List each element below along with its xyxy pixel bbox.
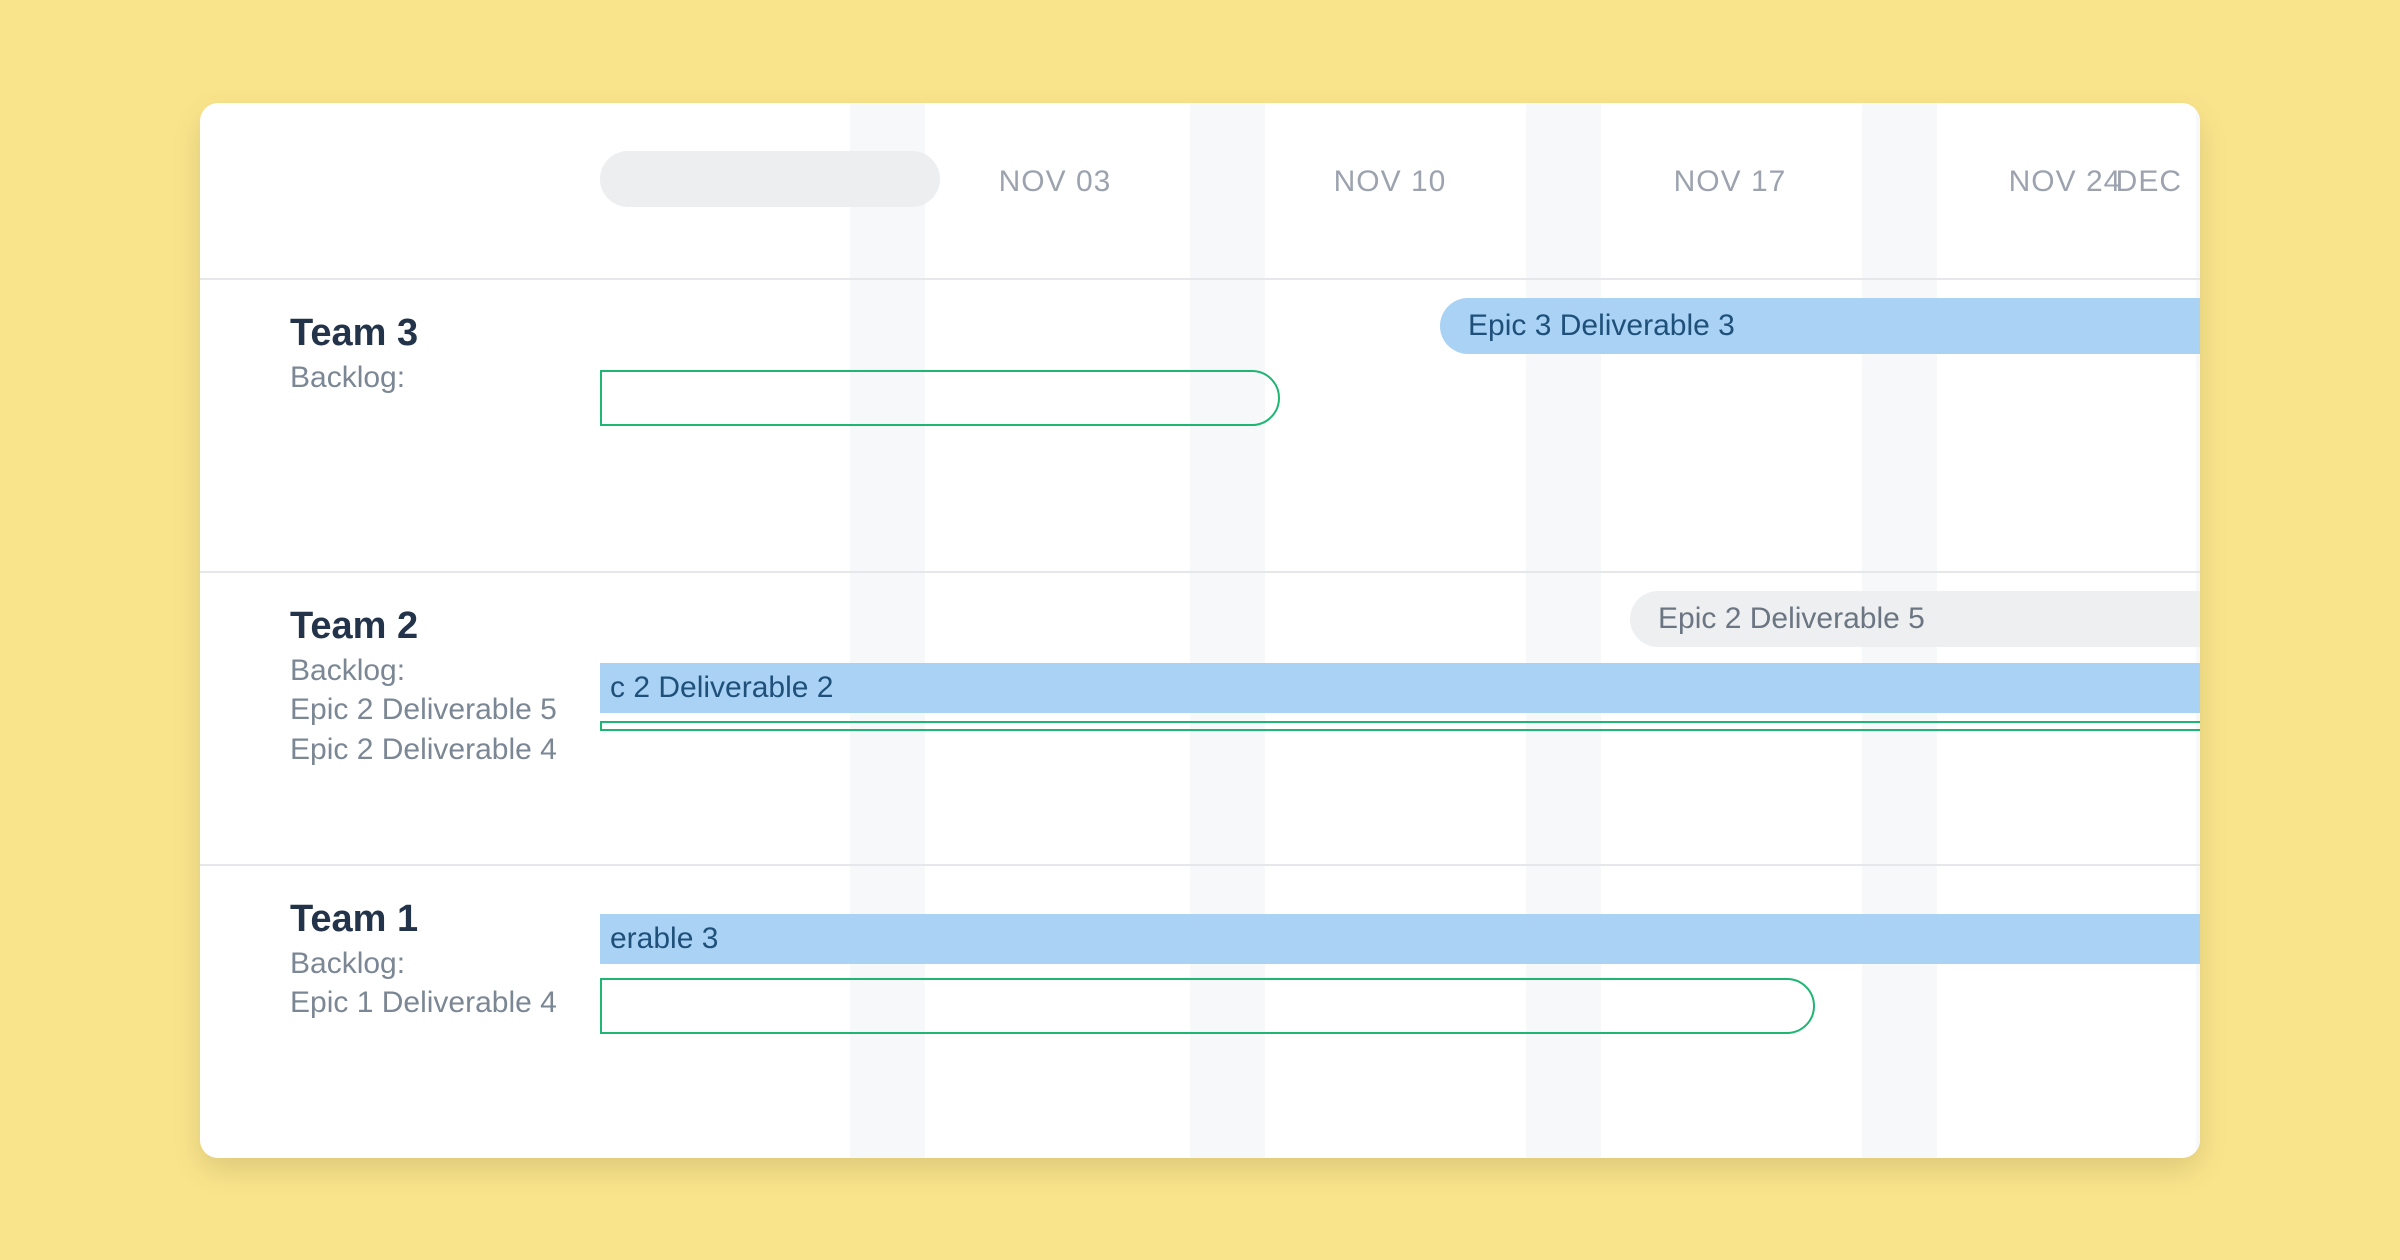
timeline-tick: NOV 10 [1334, 165, 1447, 199]
team-name: Team 3 [290, 312, 418, 355]
lane-clip: Epic 2 Deliverable 5 c 2 Deliverable 2 [600, 573, 2200, 864]
current-week-pill [600, 151, 940, 207]
team-row-label: Team 1 Backlog:Epic 1 Deliverable 4 [290, 898, 557, 1024]
milestone-outline[interactable] [600, 721, 2200, 731]
timeline-tick: NOV 03 [999, 165, 1112, 199]
milestone-outline[interactable] [600, 370, 1280, 426]
lane-clip: erable 3 [600, 866, 2200, 1154]
team-row-label: Team 3 Backlog: [290, 312, 418, 397]
team-row: Team 2Backlog:Epic 2 Deliverable 5Epic 2… [200, 571, 2200, 864]
milestone-outline[interactable] [600, 978, 1815, 1034]
epic-bar[interactable]: Epic 2 Deliverable 5 [1630, 591, 2200, 647]
team-row: Team 1 Backlog:Epic 1 Deliverable 4 erable… [200, 864, 2200, 1154]
roadmap-card: NOV 03 NOV 10 NOV 17 NOV 24DEC Team 3 Backlo… [200, 103, 2200, 1158]
lane-clip: Epic 3 Deliverable 3 [600, 280, 2200, 571]
backlog-heading: Backlog: [290, 361, 418, 395]
backlog-heading: Backlog: [290, 947, 557, 981]
backlog-item[interactable]: Epic 1 Deliverable 4 [290, 983, 557, 1024]
backlog-heading: Backlog: [290, 654, 557, 688]
timeline-tick: NOV 24 [2009, 165, 2122, 199]
backlog-item[interactable]: Epic 2 Deliverable 5 [290, 690, 557, 731]
team-row: Team 3 Backlog: Epic 3 Deliverable 3 [200, 278, 2200, 571]
epic-bar-label: erable 3 [610, 922, 718, 956]
timeline-tick: NOV 17 [1674, 165, 1787, 199]
epic-bar-label: Epic 3 Deliverable 3 [1468, 309, 1735, 343]
epic-bar-label: c 2 Deliverable 2 [610, 671, 833, 705]
roadmap-rows: Team 3 Backlog: Epic 3 Deliverable 3 Team 2… [200, 278, 2200, 1158]
team-name: Team 1 [290, 898, 557, 941]
timeline-tick: DEC [2116, 165, 2182, 199]
team-name: Team 2 [290, 605, 557, 648]
team-row-label: Team 2 Backlog:Epic 2 Deliverable 5Epic 2… [290, 605, 557, 771]
epic-bar[interactable]: c 2 Deliverable 2 [600, 663, 2200, 713]
epic-bar-label: Epic 2 Deliverable 5 [1658, 602, 1925, 636]
timeline-header: NOV 03 NOV 10 NOV 17 NOV 24DEC [200, 103, 2200, 278]
epic-bar[interactable]: Epic 3 Deliverable 3 [1440, 298, 2200, 354]
epic-bar[interactable]: erable 3 [600, 914, 2200, 964]
backlog-item[interactable]: Epic 2 Deliverable 4 [290, 730, 557, 771]
